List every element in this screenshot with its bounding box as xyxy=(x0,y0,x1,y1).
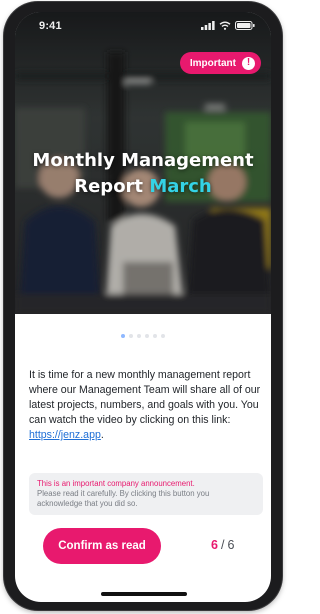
status-bar: 9:41 xyxy=(15,12,271,40)
important-badge-label: Important xyxy=(189,57,236,69)
page-counter-current: 6 xyxy=(211,538,218,552)
status-time: 9:41 xyxy=(39,20,62,32)
notice-title: This is an important company announcemen… xyxy=(37,479,195,488)
important-notice: This is an important company announcemen… xyxy=(29,473,263,515)
pager-dots xyxy=(15,334,271,338)
hero-title-line1: Monthly Management xyxy=(32,150,254,171)
pager-dot[interactable] xyxy=(153,334,157,338)
hero-banner: 9:41 Important ! Monthly Management Repo… xyxy=(15,12,271,314)
signal-icon xyxy=(201,21,215,30)
hero-title-line2: Report March xyxy=(15,174,271,200)
page-counter: 6/6 xyxy=(211,538,234,552)
important-badge[interactable]: Important ! xyxy=(179,52,261,74)
exclamation-circle-icon: ! xyxy=(242,56,255,70)
pager-dot[interactable] xyxy=(161,334,165,338)
announcement-text: It is time for a new monthly management … xyxy=(29,369,261,426)
pager-dot[interactable] xyxy=(129,334,133,338)
notice-text: Please read it carefully. By clicking th… xyxy=(37,489,210,508)
screen: 9:41 Important ! Monthly Management Repo… xyxy=(15,12,271,602)
video-link[interactable]: https://jenz.app xyxy=(29,429,101,441)
pager-dot[interactable] xyxy=(121,334,125,338)
confirm-as-read-button[interactable]: Confirm as read xyxy=(43,528,161,564)
page-counter-total: 6 xyxy=(227,538,235,552)
announcement-body: It is time for a new monthly management … xyxy=(29,368,261,443)
battery-icon xyxy=(235,21,255,30)
home-indicator[interactable] xyxy=(101,592,187,596)
page-counter-separator: / xyxy=(220,538,225,552)
pager-dot[interactable] xyxy=(137,334,141,338)
status-icons xyxy=(201,21,255,30)
pager-dot[interactable] xyxy=(145,334,149,338)
hero-title-report: Report xyxy=(74,176,144,197)
phone-frame: 9:41 Important ! Monthly Management Repo… xyxy=(4,2,282,610)
wifi-icon xyxy=(219,21,231,30)
hero-title-month: March xyxy=(149,176,212,197)
hero-title: Monthly Management Report March xyxy=(15,148,271,200)
announcement-trailing: . xyxy=(100,429,104,441)
